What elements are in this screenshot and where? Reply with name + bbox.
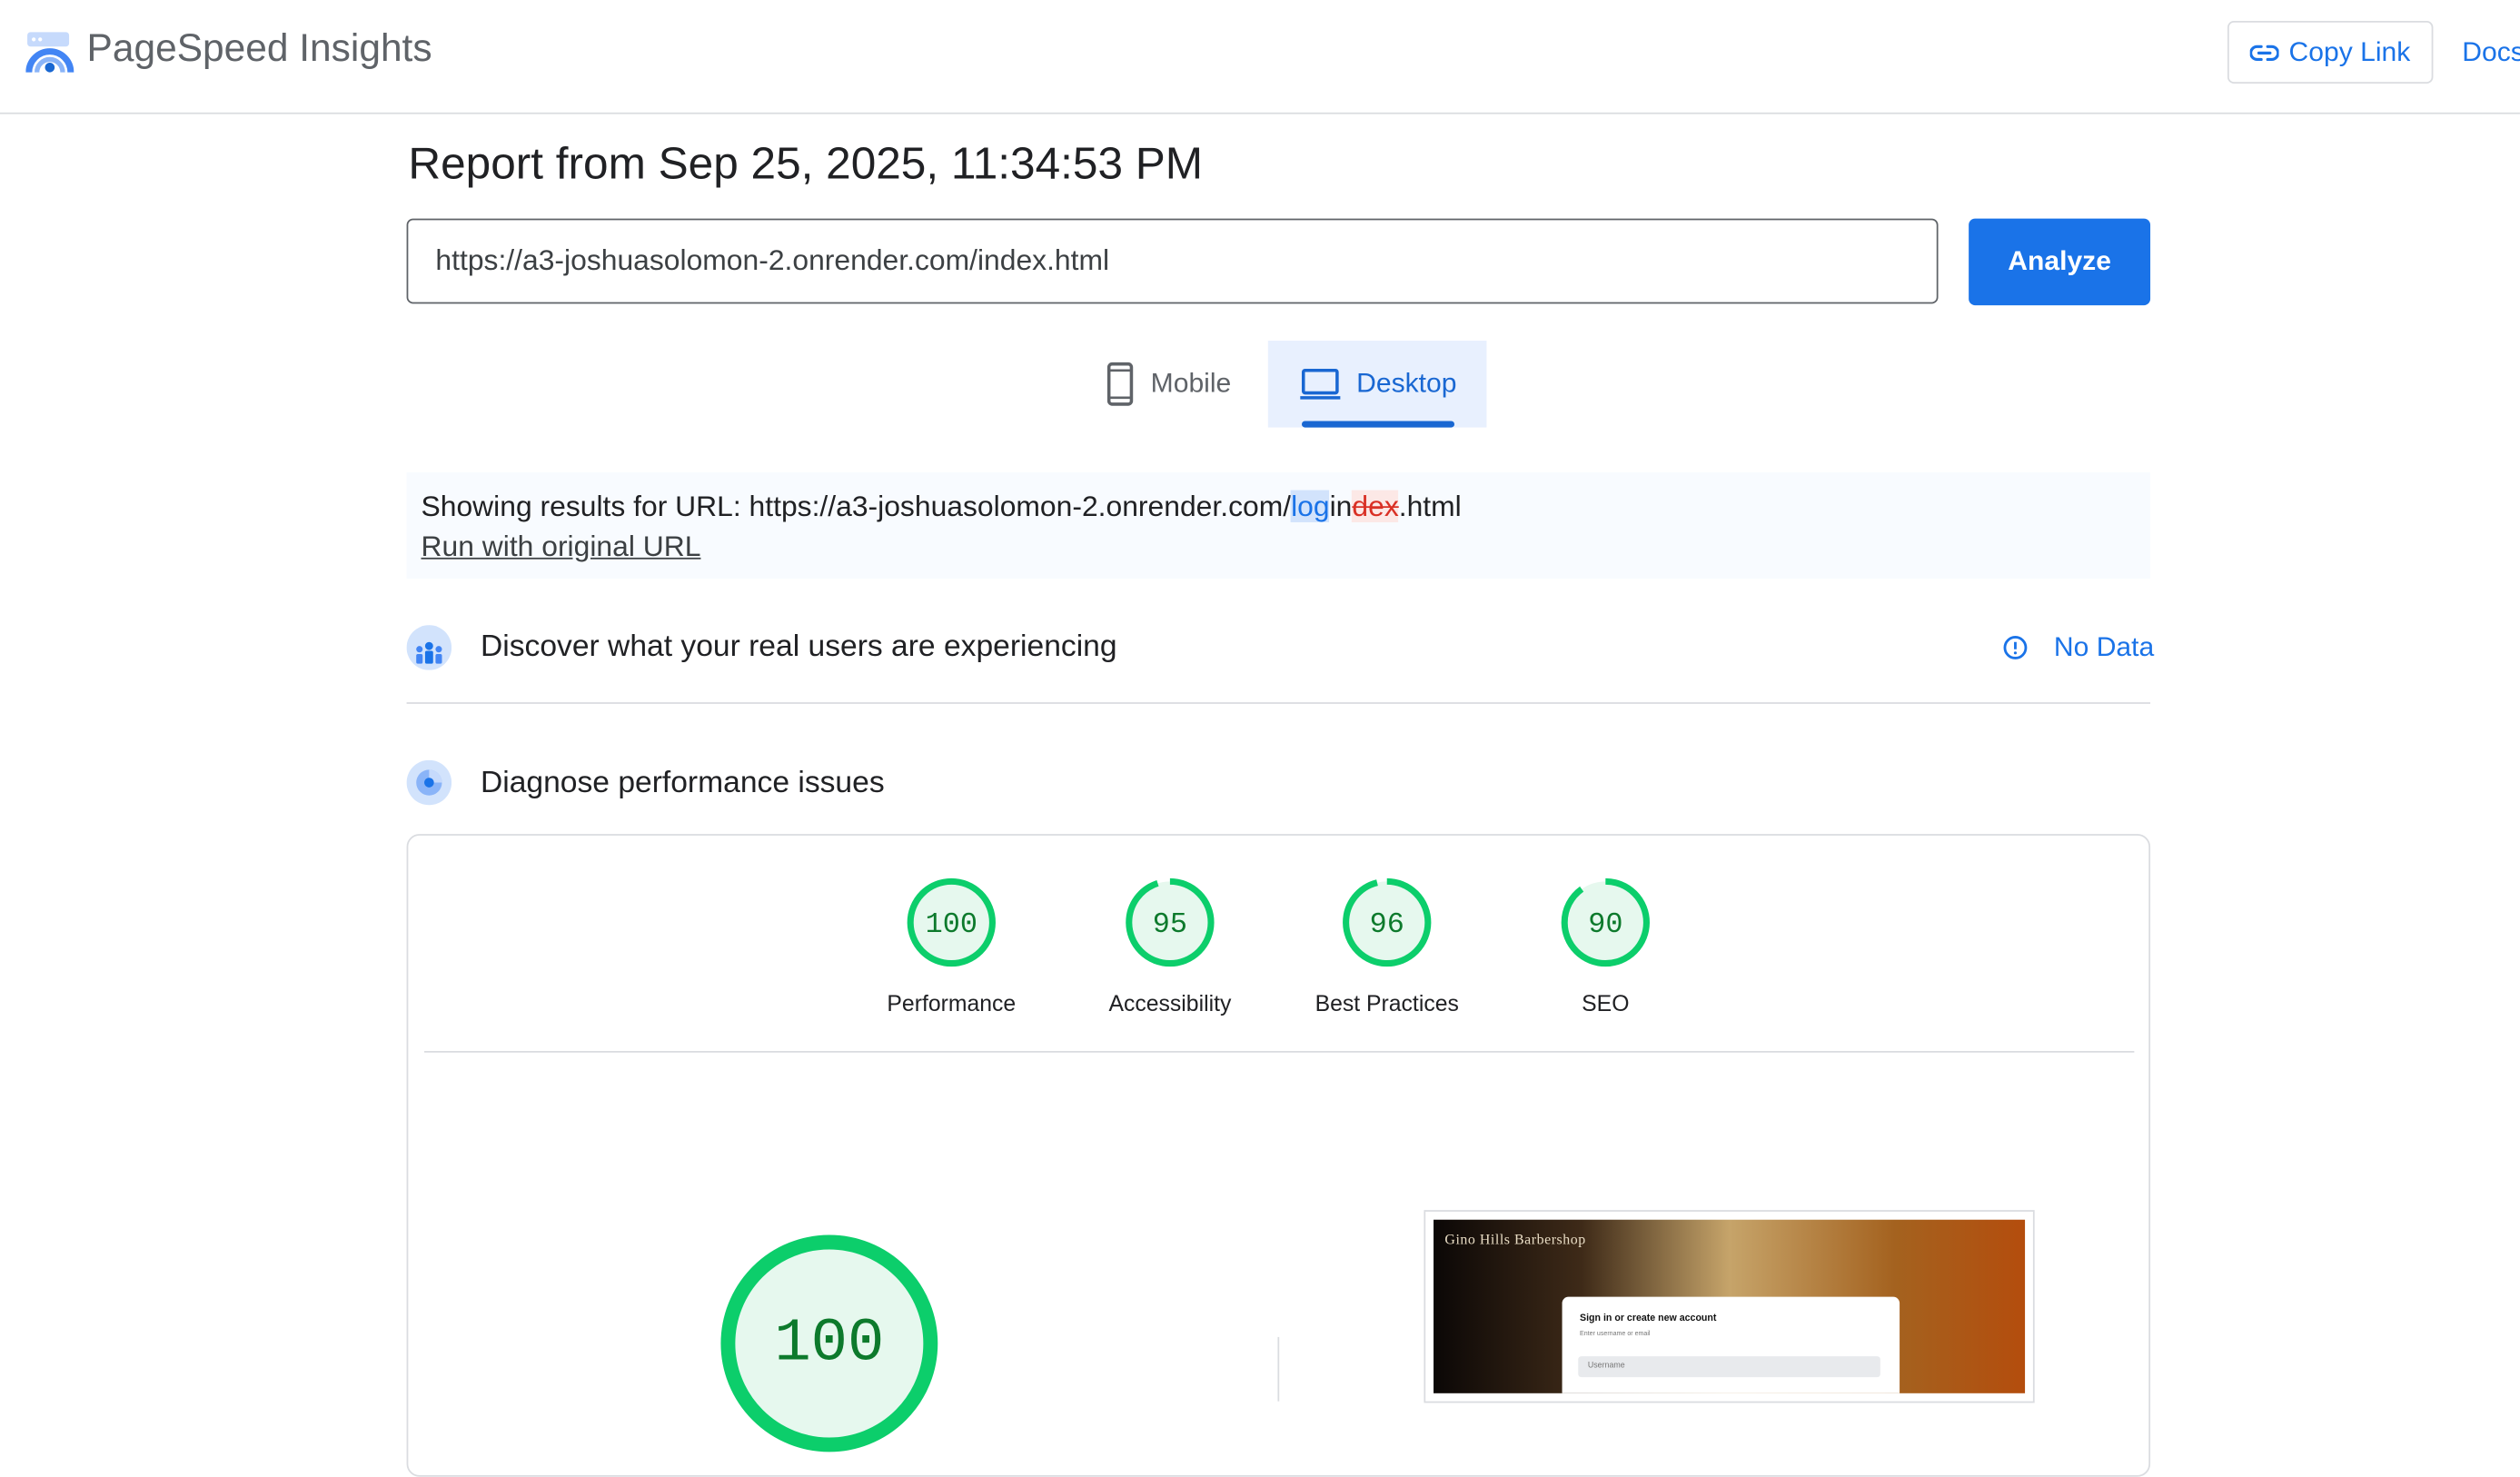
score-label: Best Practices	[1315, 989, 1459, 1016]
section-divider	[406, 702, 2151, 704]
docs-link[interactable]: Docs	[2462, 37, 2520, 69]
users-icon	[406, 625, 452, 670]
redirect-url-kept: in	[1329, 490, 1353, 522]
lab-icon	[406, 759, 452, 806]
screenshot-content: Gino Hills Barbershop Sign in or create …	[1434, 1219, 2026, 1393]
tab-desktop-label: Desktop	[1356, 368, 1457, 399]
analyze-button[interactable]: Analyze	[1969, 218, 2151, 306]
performance-main-gauge: 100	[720, 1234, 938, 1452]
score-value: 90	[1588, 907, 1622, 941]
gauge-ring: 95	[1126, 877, 1215, 967]
score-label: SEO	[1582, 989, 1630, 1016]
laptop-icon	[1300, 369, 1341, 400]
redirect-url-removed: dex	[1352, 490, 1399, 522]
vertical-divider	[1277, 1336, 1280, 1402]
redirect-url-prefix: Showing results for URL: https://a3-josh…	[421, 490, 1292, 522]
field-data-status[interactable]: No Data	[2002, 631, 2154, 663]
smartphone-icon	[1106, 362, 1134, 406]
app-title[interactable]: PageSpeed Insights	[87, 27, 432, 73]
score-value: 95	[1153, 907, 1187, 941]
redirect-url-added: log	[1291, 490, 1330, 522]
score-value: 96	[1370, 907, 1404, 941]
gauge-ring: 96	[1343, 877, 1432, 967]
field-data-status-label: No Data	[2053, 631, 2155, 662]
redirect-notice: Showing results for URL: https://a3-josh…	[406, 472, 2151, 579]
page-screenshot: Gino Hills Barbershop Sign in or create …	[1424, 1210, 2035, 1403]
main-score-value: 100	[774, 1310, 884, 1379]
top-bar: PageSpeed Insights Copy Link Docs	[0, 0, 2520, 114]
tab-mobile-label: Mobile	[1150, 368, 1232, 399]
tab-selected-indicator	[1301, 421, 1455, 428]
link-icon	[2250, 44, 2279, 61]
run-original-url-link[interactable]: Run with original URL	[422, 530, 701, 564]
copy-link-button[interactable]: Copy Link	[2227, 20, 2434, 84]
score-gauge-accessibility[interactable]: 95 Accessibility	[1066, 877, 1275, 1016]
screenshot-card-subtitle: Enter username or email	[1580, 1329, 1651, 1337]
score-gauge-best-practices[interactable]: 96 Best Practices	[1283, 877, 1492, 1016]
tab-mobile[interactable]: Mobile	[1076, 341, 1266, 428]
score-label: Accessibility	[1108, 989, 1232, 1016]
field-data-title: Discover what your real users are experi…	[480, 629, 1117, 664]
info-icon	[2003, 636, 2028, 659]
screenshot-username-field: Username	[1578, 1356, 1880, 1378]
redirect-url-suffix: .html	[1398, 490, 1462, 522]
gauge-ring: 100	[907, 877, 996, 967]
screenshot-site-title: Gino Hills Barbershop	[1444, 1231, 1586, 1247]
pagespeed-logo-icon[interactable]	[25, 29, 74, 77]
diagnose-title: Diagnose performance issues	[480, 766, 885, 801]
screenshot-login-card: Sign in or create new account Enter user…	[1562, 1296, 1900, 1393]
screenshot-card-title: Sign in or create new account	[1580, 1314, 1717, 1324]
score-label: Performance	[887, 989, 1017, 1016]
score-value: 100	[926, 907, 977, 941]
redirect-notice-text: Showing results for URL: https://a3-josh…	[421, 490, 2137, 524]
copy-link-label: Copy Link	[2288, 35, 2411, 67]
gauge-ring: 90	[1561, 877, 1650, 967]
report-title: Report from Sep 25, 2025, 11:34:53 PM	[408, 138, 1204, 188]
card-divider	[424, 1050, 2135, 1053]
score-gauge-performance[interactable]: 100 Performance	[847, 877, 1056, 1016]
url-input[interactable]	[406, 218, 1939, 304]
screenshot-field-placeholder: Username	[1587, 1361, 1625, 1372]
score-gauge-seo[interactable]: 90 SEO	[1501, 877, 1710, 1016]
tab-desktop[interactable]: Desktop	[1267, 341, 1487, 428]
